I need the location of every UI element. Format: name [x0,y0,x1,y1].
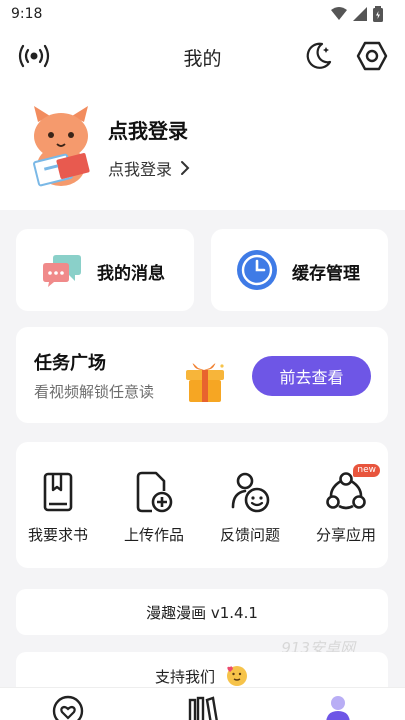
login-title[interactable]: 点我登录 [108,115,188,144]
tool-request-book-label: 我要求书 [27,526,88,544]
profile-icon[interactable] [318,694,358,720]
wifi-icon [331,7,347,20]
share-icon: new [322,464,380,516]
messages-label: 我的消息 [97,264,165,284]
cache-card[interactable]: 缓存管理 [211,229,388,311]
tool-feedback-label: 反馈问题 [219,526,280,544]
tool-upload-work-label: 上传作品 [123,526,184,544]
signal-icon [353,7,367,21]
heart-emoji-icon [227,666,247,686]
avatar[interactable] [26,104,96,190]
chevron-right-icon [181,161,190,175]
login-link[interactable]: 点我登录 [108,156,190,180]
heart-home-icon[interactable] [48,694,88,720]
bottom-nav [0,687,405,720]
tool-request-book[interactable]: 我要求书 [10,468,106,545]
support-us-label: 支持我们 [154,667,215,686]
upload-file-icon [130,468,178,516]
battery-icon [373,6,383,22]
task-subtitle: 看视频解锁任意读 [34,383,155,401]
clock-icon [237,250,277,290]
cache-label: 缓存管理 [292,264,360,284]
bookshelf-icon[interactable] [182,694,222,720]
login-link-label: 点我登录 [108,160,173,179]
gift-box-icon [186,363,224,402]
tool-feedback[interactable]: 反馈问题 [202,468,298,545]
moon-icon[interactable] [298,36,338,76]
task-title: 任务广场 [34,353,106,374]
profile-header: 我的 点我登录 点我登录 [0,32,405,210]
tool-share-app-label: 分享应用 [315,526,376,544]
status-icons [331,6,383,22]
messages-card[interactable]: 我的消息 [16,229,194,311]
page-title: 我的 [183,48,222,70]
version-info[interactable]: 漫趣漫画 v1.4.1 [16,589,388,635]
tool-upload-work[interactable]: 上传作品 [106,468,202,545]
settings-hexagon-icon[interactable] [352,36,392,76]
status-bar: 9:18 [0,0,405,32]
status-time: 9:18 [11,6,43,22]
message-bubbles-icon [43,255,81,287]
feedback-person-icon [226,468,274,516]
new-badge: new [353,464,380,477]
book-request-icon [34,468,82,516]
tool-share-app[interactable]: new 分享应用 [298,464,394,545]
view-task-button[interactable]: 前去查看 [252,356,371,396]
